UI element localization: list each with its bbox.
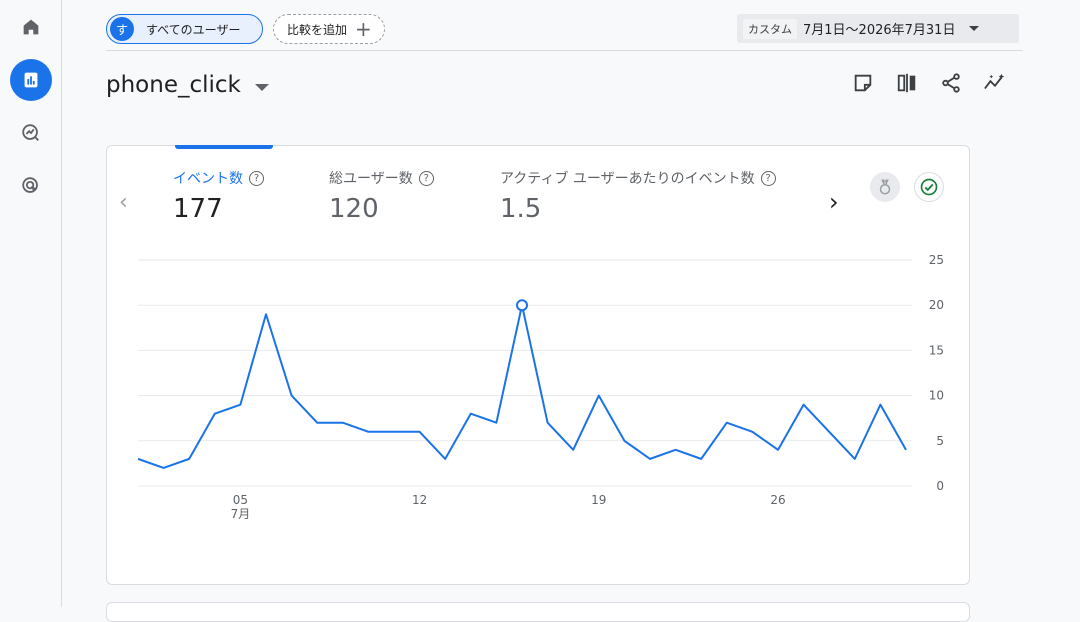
x-tick-label: 12: [412, 493, 427, 507]
data-point[interactable]: [852, 456, 858, 462]
data-point[interactable]: [468, 411, 474, 417]
y-tick-label: 25: [929, 253, 944, 267]
report-title-selector[interactable]: phone_click: [106, 72, 269, 98]
data-point[interactable]: [621, 438, 627, 444]
data-point[interactable]: [442, 456, 448, 462]
y-tick-label: 10: [929, 389, 944, 403]
y-tick-label: 0: [936, 479, 944, 493]
data-point[interactable]: [417, 429, 423, 435]
data-point[interactable]: [161, 465, 167, 471]
data-point[interactable]: [186, 456, 192, 462]
event-count-line-chart: 0510152025057月12 19 26: [135, 253, 944, 521]
annotate-button[interactable]: [850, 70, 876, 96]
data-point[interactable]: [314, 420, 320, 426]
data-point[interactable]: [596, 393, 602, 399]
nav-advertising[interactable]: [10, 165, 52, 207]
data-point[interactable]: [365, 429, 371, 435]
data-point[interactable]: [135, 456, 141, 462]
x-tick-label: 26: [770, 493, 785, 507]
y-tick-label: 20: [929, 298, 944, 312]
chevron-down-icon: [254, 83, 269, 91]
divider: [106, 50, 1023, 51]
data-point[interactable]: [698, 456, 704, 462]
data-point[interactable]: [801, 402, 807, 408]
bar-chart-icon: [24, 72, 38, 88]
date-range-tag: カスタム: [743, 18, 797, 39]
data-point[interactable]: [903, 447, 909, 453]
data-point[interactable]: [493, 420, 499, 426]
data-point[interactable]: [724, 420, 730, 426]
top-bar: す すべてのユーザー 比較を追加 + カスタム 7月1日〜2026年7月31日: [106, 14, 1020, 46]
data-point[interactable]: [647, 456, 653, 462]
x-tick-label: 19: [591, 493, 606, 507]
series-line: [137, 304, 907, 469]
data-point[interactable]: [673, 447, 679, 453]
data-point[interactable]: [775, 447, 781, 453]
nav-reports[interactable]: [10, 59, 52, 101]
insights-button[interactable]: [982, 70, 1008, 96]
data-point[interactable]: [263, 311, 269, 317]
add-comparison-button[interactable]: 比較を追加 +: [273, 14, 385, 44]
data-point[interactable]: [826, 429, 832, 435]
chart-card: ‹ イベント数 ? 177 総ユーザー数 ? 120 アクティブ ユーザーあたり…: [106, 145, 970, 585]
page-title: phone_click: [106, 72, 241, 98]
data-point[interactable]: [340, 420, 346, 426]
data-point[interactable]: [289, 393, 295, 399]
insights-icon: [984, 73, 1005, 90]
y-tick-label: 15: [929, 343, 944, 357]
x-tick-sublabel: 7月: [231, 507, 251, 521]
plus-icon: +: [355, 17, 372, 41]
compare-button[interactable]: [894, 70, 920, 96]
data-point[interactable]: [212, 411, 218, 417]
left-nav-rail: [0, 0, 62, 607]
data-point[interactable]: [877, 402, 883, 408]
explore-icon: [22, 124, 39, 141]
highlighted-data-point[interactable]: [516, 299, 528, 312]
note-icon: [854, 74, 872, 92]
nav-home[interactable]: [10, 6, 52, 48]
data-point[interactable]: [749, 429, 755, 435]
data-point[interactable]: [391, 429, 397, 435]
date-range-picker[interactable]: カスタム 7月1日〜2026年7月31日: [737, 14, 1019, 43]
add-comparison-label: 比較を追加: [287, 22, 348, 37]
secondary-card: [106, 602, 970, 622]
compare-icon: [897, 73, 916, 93]
home-icon: [23, 19, 39, 35]
share-icon: [942, 73, 960, 93]
segment-avatar: す: [110, 17, 134, 41]
segment-chip-all-users[interactable]: す すべてのユーザー: [106, 14, 263, 44]
ads-icon: [22, 177, 38, 193]
dropdown-caret-icon: [969, 26, 980, 31]
date-range-value: 7月1日〜2026年7月31日: [803, 23, 956, 38]
x-tick-label: 05: [233, 493, 248, 507]
data-point[interactable]: [545, 420, 551, 426]
y-tick-label: 5: [936, 434, 944, 448]
nav-explore[interactable]: [10, 112, 52, 154]
data-point[interactable]: [237, 402, 243, 408]
data-point[interactable]: [570, 447, 576, 453]
share-button[interactable]: [938, 70, 964, 96]
segment-label: すべてのユーザー: [146, 22, 241, 37]
report-actions: [850, 70, 1008, 96]
